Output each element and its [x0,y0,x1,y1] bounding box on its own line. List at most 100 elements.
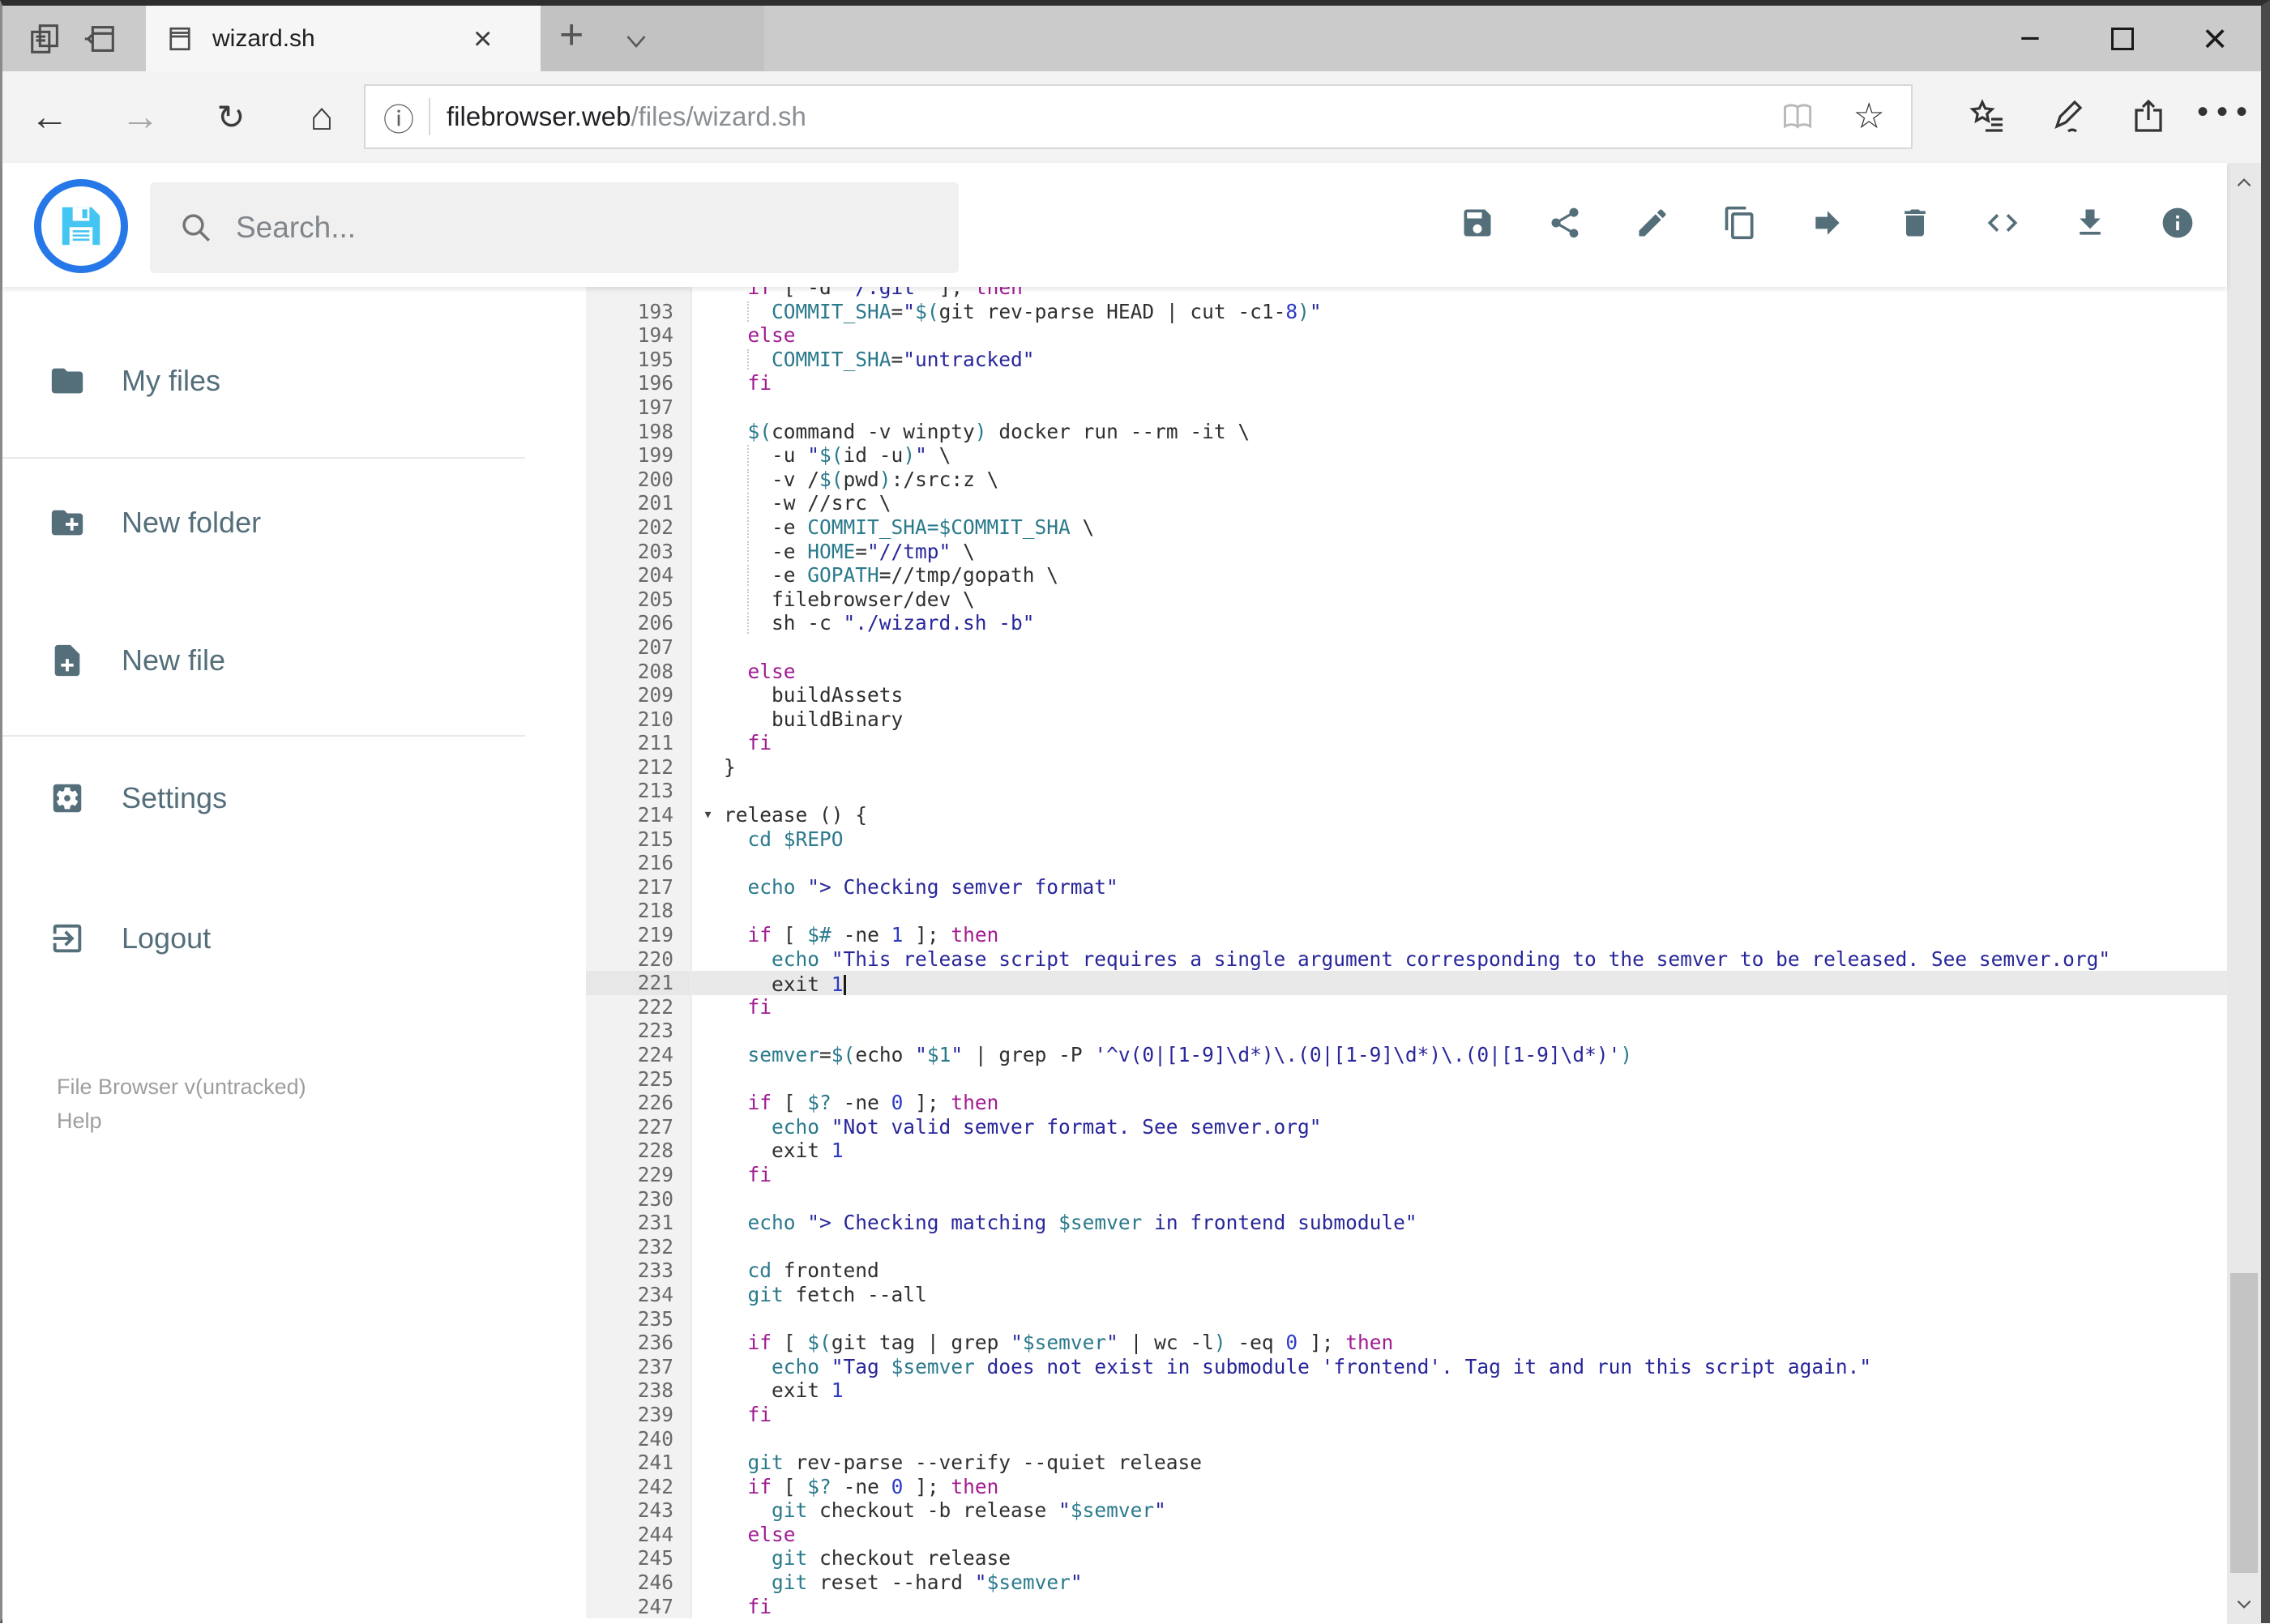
share-button[interactable] [1547,205,1583,241]
code-text[interactable]: git checkout release [724,1546,2227,1571]
code-text[interactable]: echo "Not valid semver format. See semve… [724,1115,2227,1139]
code-text[interactable]: -u "$(id -u)" \ [724,443,2227,468]
code-text[interactable]: if [ -d "/.git" ]; then [724,287,2227,300]
code-text[interactable]: if [ $# -ne 1 ]; then [724,923,2227,947]
forward-icon[interactable]: → [104,71,177,163]
code-text[interactable] [724,1187,2227,1212]
search-box[interactable] [150,182,959,273]
code-text[interactable]: exit 1 [724,971,2227,996]
tabs-set-aside-icon[interactable] [27,20,64,58]
code-text[interactable] [724,395,2227,420]
new-tab-icon[interactable]: + [559,11,584,59]
code-text[interactable]: else [724,323,2227,348]
search-input[interactable] [236,211,900,245]
code-text[interactable]: -e GOPATH=//tmp/gopath \ [724,563,2227,588]
code-text[interactable] [724,1067,2227,1092]
code-text[interactable] [724,851,2227,875]
code-text[interactable]: git fetch --all [724,1283,2227,1307]
code-text[interactable]: git reset --hard "$semver" [724,1571,2227,1595]
scroll-down-icon[interactable] [2227,1587,2261,1621]
code-text[interactable]: cd frontend [724,1259,2227,1283]
site-info-icon[interactable]: ⓘ [383,95,414,139]
code-text[interactable]: cd $REPO [724,827,2227,852]
edit-button[interactable] [1635,205,1670,241]
code-text[interactable]: fi [724,1163,2227,1187]
code-text[interactable]: -e COMMIT_SHA=$COMMIT_SHA \ [724,515,2227,540]
code-text[interactable] [724,779,2227,803]
address-bar[interactable]: ⓘ filebrowser.web/files/wizard.sh ☆ [364,84,1913,149]
back-icon[interactable]: ← [13,71,86,163]
code-text[interactable]: if [ $(git tag | grep "$semver" | wc -l)… [724,1331,2227,1355]
code-text[interactable]: semver=$(echo "$1" | grep -P '^v(0|[1-9]… [724,1043,2227,1067]
code-text[interactable]: if [ $? -ne 0 ]; then [724,1475,2227,1499]
code-text[interactable]: exit 1 [724,1378,2227,1403]
code-text[interactable]: sh -c "./wizard.sh -b" [724,611,2227,635]
code-text[interactable]: COMMIT_SHA="$(git rev-parse HEAD | cut -… [724,300,2227,324]
sidebar-item-new-file[interactable]: New file [2,630,537,691]
sidebar-item-settings[interactable]: Settings [2,767,537,829]
scrollbar-thumb[interactable] [2230,1273,2258,1573]
code-text[interactable] [724,1235,2227,1259]
more-options-icon[interactable]: ••• [2197,94,2255,130]
code-text[interactable]: fi [724,995,2227,1019]
code-text[interactable]: COMMIT_SHA="untracked" [724,348,2227,372]
code-text[interactable]: fi [724,1595,2227,1619]
code-text[interactable] [724,1019,2227,1043]
help-link[interactable]: Help [57,1109,102,1134]
code-text[interactable] [724,899,2227,923]
maximize-icon[interactable] [2076,6,2169,71]
code-text[interactable] [724,1307,2227,1331]
web-notes-icon[interactable] [2047,97,2086,136]
code-text[interactable]: exit 1 [724,1139,2227,1163]
code-editor[interactable]: if [ -d "/.git" ]; then 193 COMMIT_SHA="$… [586,287,2227,1624]
download-button[interactable] [2072,205,2108,241]
code-text[interactable]: fi [724,371,2227,395]
filebrowser-logo[interactable] [34,179,128,273]
code-text[interactable]: else [724,1523,2227,1547]
save-button[interactable] [1460,205,1495,241]
copy-button[interactable] [1722,205,1758,241]
code-text[interactable]: echo "> Checking matching $semver in fro… [724,1211,2227,1235]
code-text[interactable]: buildAssets [724,683,2227,707]
move-button[interactable] [1810,205,1845,241]
code-text[interactable]: else [724,660,2227,684]
url-text[interactable]: filebrowser.web/files/wizard.sh [447,101,1781,132]
code-button[interactable] [1985,205,2020,241]
delete-button[interactable] [1897,205,1933,241]
code-text[interactable]: $(command -v winpty) docker run --rm -it… [724,420,2227,444]
code-text[interactable]: fi [724,1403,2227,1427]
code-text[interactable]: if [ $? -ne 0 ]; then [724,1091,2227,1115]
code-text[interactable]: filebrowser/dev \ [724,588,2227,612]
fold-arrow-icon[interactable]: ▾ [703,804,712,823]
code-text[interactable]: } [724,755,2227,780]
code-text[interactable] [724,635,2227,660]
code-text[interactable] [724,1427,2227,1451]
share-icon[interactable] [2129,97,2168,136]
tabs-preview-icon[interactable] [81,20,118,58]
code-text[interactable]: git checkout -b release "$semver" [724,1498,2227,1523]
info-button[interactable] [2160,205,2195,241]
minimize-icon[interactable]: − [1984,6,2076,71]
sidebar-item-new-folder[interactable]: New folder [2,492,537,553]
code-text[interactable]: -e HOME="//tmp" \ [724,540,2227,564]
page-scrollbar[interactable] [2227,163,2261,1624]
code-text[interactable]: echo "Tag $semver does not exist in subm… [724,1355,2227,1379]
browser-tab[interactable]: wizard.sh × [146,6,541,71]
code-text[interactable]: fi [724,731,2227,755]
code-text[interactable]: -w //src \ [724,491,2227,515]
tab-close-icon[interactable]: × [473,23,492,55]
favorite-star-icon[interactable]: ☆ [1853,99,1885,135]
code-text[interactable]: echo "This release script requires a sin… [724,947,2227,972]
hub-icon[interactable] [1968,97,2007,136]
sidebar-item-my-files[interactable]: My files [2,350,537,412]
sidebar-item-logout[interactable]: Logout [2,908,537,969]
close-icon[interactable]: × [2169,6,2261,71]
tab-list-chevron-icon[interactable] [622,27,651,56]
scroll-up-icon[interactable] [2227,166,2261,200]
code-text[interactable]: buildBinary [724,707,2227,732]
code-text[interactable]: git rev-parse --verify --quiet release [724,1451,2227,1475]
code-text[interactable]: release () { [724,803,2227,827]
code-text[interactable]: -v /$(pwd):/src:z \ [724,468,2227,492]
code-text[interactable]: echo "> Checking semver format" [724,875,2227,900]
refresh-icon[interactable]: ↻ [195,71,267,163]
